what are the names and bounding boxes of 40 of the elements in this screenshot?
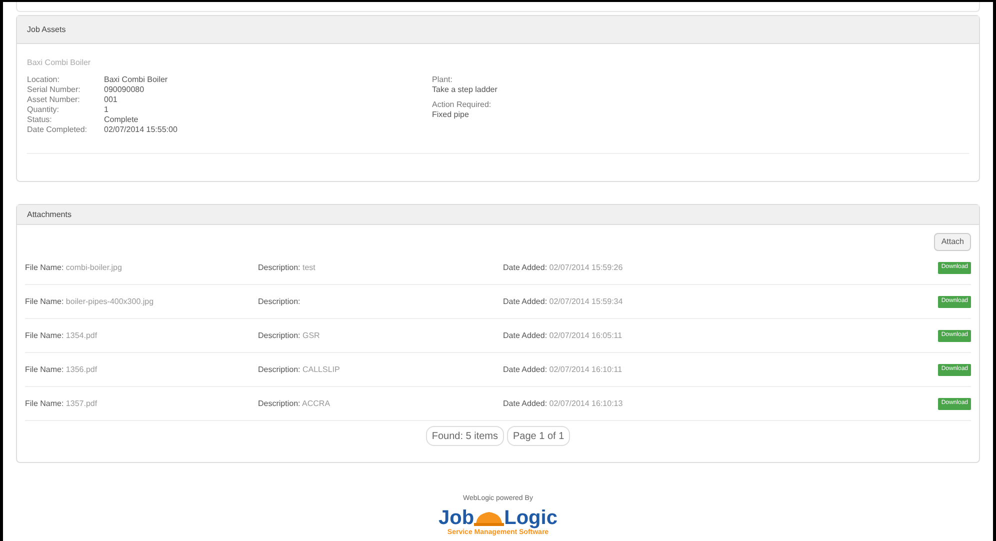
attachment-field: Date Added: 02/07/2014 16:05:11	[503, 330, 622, 340]
field-value: 1	[104, 105, 108, 115]
attachment-field: Description: ACCRA	[258, 398, 330, 408]
attachment-field: File Name: 1356.pdf	[25, 364, 98, 374]
logo-text: Logic	[504, 508, 558, 528]
hard-hat-icon	[474, 510, 504, 526]
attachment-field: Date Added: 02/07/2014 16:10:13	[503, 398, 623, 408]
attachment-field: Description: GSR	[258, 330, 320, 340]
attachment-field: File Name: combi-boiler.jpg	[25, 262, 122, 272]
field-value: Fixed pipe	[432, 110, 470, 120]
attach-button[interactable]: Attach	[934, 233, 971, 251]
field-label: Quantity:	[27, 105, 60, 115]
field-label: Date Completed:	[27, 125, 88, 135]
field-value: Baxi Combi Boiler	[104, 75, 168, 85]
attachment-field: Date Added: 02/07/2014 15:59:34	[503, 296, 623, 306]
field-value: Take a step ladder	[432, 85, 498, 95]
page-indicator: Page 1 of 1	[507, 426, 570, 446]
field-value: 02/07/2014 15:55:00	[104, 125, 178, 135]
attachment-field: Description: test	[258, 262, 316, 272]
field-label: Location:	[27, 75, 60, 85]
field-label: Status:	[27, 115, 53, 125]
field-label: Plant:	[432, 75, 454, 85]
asset-name: Baxi Combi Boiler	[27, 57, 92, 69]
attachment-field: File Name: 1357.pdf	[25, 398, 98, 408]
panel-title: Job Assets	[17, 16, 979, 44]
field-value: 090090080	[104, 85, 144, 95]
attachment-field: Date Added: 02/07/2014 15:59:26	[503, 262, 623, 272]
item-count: Found: 5 items	[426, 426, 504, 446]
field-label: Asset Number:	[27, 95, 81, 105]
panel-title: Attachments	[17, 205, 979, 225]
logo-text: Job	[438, 508, 474, 528]
attachment-field: Description: CALLSLIP	[258, 364, 340, 374]
attachment-field: File Name: 1354.pdf	[25, 330, 98, 340]
field-value: Complete	[104, 115, 138, 125]
attachment-field: File Name: boiler-pipes-400x300.jpg	[25, 296, 154, 306]
attachment-field: Date Added: 02/07/2014 16:10:11	[503, 364, 622, 374]
field-label: Serial Number:	[27, 85, 82, 95]
field-label: Action Required:	[432, 100, 492, 110]
attachment-field: Description:	[258, 296, 300, 306]
field-value: 001	[104, 95, 118, 105]
